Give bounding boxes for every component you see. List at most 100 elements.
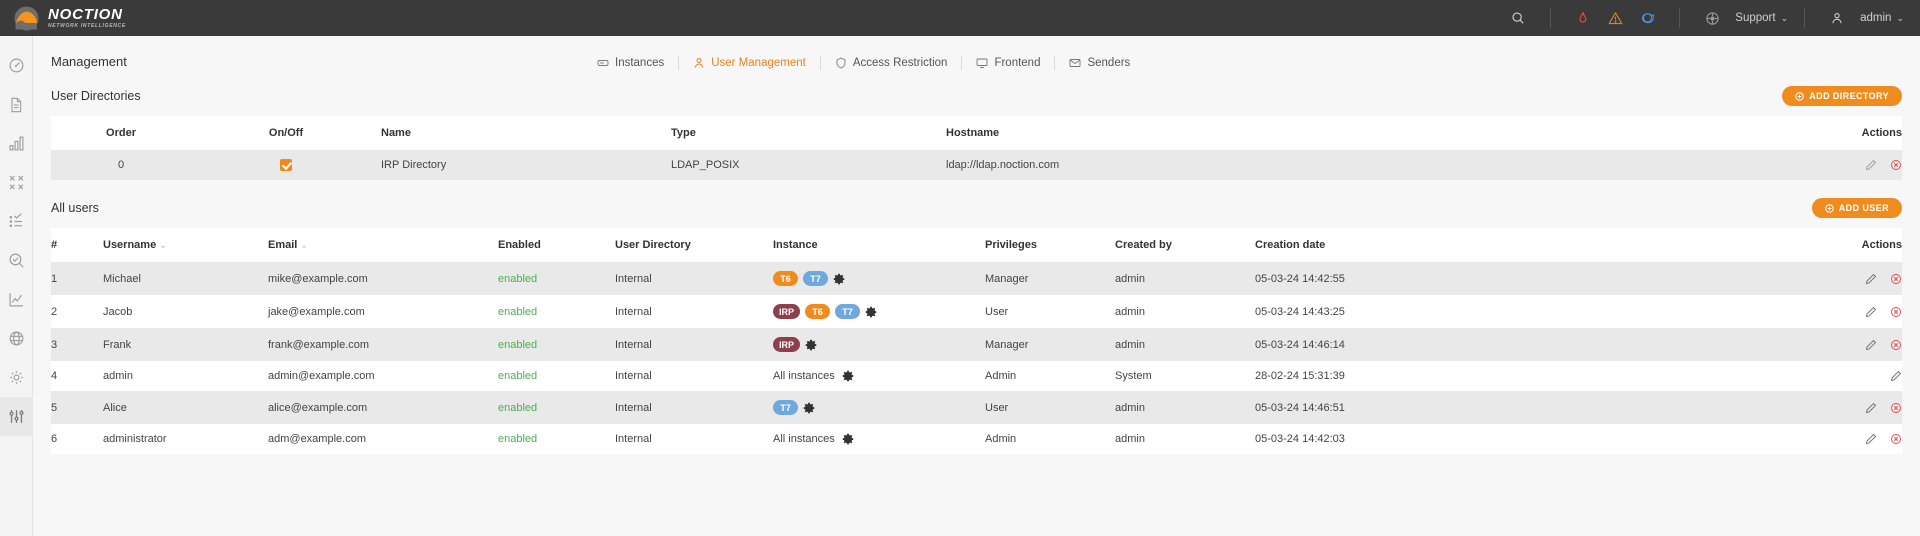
gear-icon[interactable] — [805, 339, 817, 351]
support-menu[interactable]: Support ⌄ — [1680, 0, 1804, 36]
add-directory-label: ADD DIRECTORY — [1809, 91, 1889, 101]
chat-bubble-icon[interactable] — [1636, 7, 1658, 29]
delete-icon[interactable] — [1890, 339, 1902, 351]
delete-icon[interactable] — [1890, 433, 1902, 445]
all-users-table: # Username ⌄ Email ⌄ Enabled User Direct… — [51, 228, 1902, 455]
col-hostname: Hostname — [946, 116, 1792, 150]
table-row[interactable]: 5 Alice alice@example.com enabled Internal T7… — [51, 391, 1902, 425]
cell-instance: T7 — [773, 391, 985, 425]
cell-user-directory: Internal — [615, 391, 773, 425]
cell-privileges: User — [985, 295, 1115, 329]
tab-senders[interactable]: Senders — [1055, 54, 1144, 72]
table-row[interactable]: 6 administrator adm@example.com enabled Inte… — [51, 424, 1902, 455]
cell-actions — [1487, 262, 1902, 296]
instance-text: All instances — [773, 433, 835, 446]
cell-number: 2 — [51, 295, 103, 329]
cell-created-by: admin — [1115, 295, 1255, 329]
sidebar-item-events[interactable] — [0, 202, 33, 241]
edit-icon[interactable] — [1865, 433, 1877, 445]
table-row[interactable]: 1 Michael mike@example.com enabled Internal T… — [51, 262, 1902, 296]
table-header-row: Order On/Off Name Type Hostname Actions — [51, 116, 1902, 150]
cell-email: jake@example.com — [268, 295, 498, 329]
chevron-down-icon: ⌄ — [1780, 12, 1789, 23]
col-email[interactable]: Email ⌄ — [268, 228, 498, 263]
sidebar-item-management[interactable] — [0, 397, 33, 436]
cell-instance: All instances — [773, 424, 985, 455]
cell-number: 5 — [51, 391, 103, 425]
instance-badge[interactable]: T6 — [773, 271, 798, 287]
table-row[interactable]: 3 Frank frank@example.com enabled Internal IR… — [51, 328, 1902, 362]
instance-badge[interactable]: T7 — [803, 271, 828, 287]
gear-icon[interactable] — [842, 433, 854, 445]
management-tabs: Instances User Management Access Restric… — [583, 54, 1144, 72]
gear-icon[interactable] — [842, 370, 854, 382]
delete-icon[interactable] — [1890, 306, 1902, 318]
sidebar-item-dashboard[interactable] — [0, 46, 33, 85]
user-menu[interactable]: admin ⌄ — [1805, 0, 1920, 36]
table-row[interactable]: 2 Jacob jake@example.com enabled Internal IRP… — [51, 295, 1902, 329]
edit-icon[interactable] — [1865, 402, 1877, 414]
instance-badge[interactable]: T7 — [773, 400, 798, 416]
tab-label: User Management — [711, 57, 806, 69]
cell-privileges: Admin — [985, 424, 1115, 455]
instance-badge[interactable]: T6 — [805, 304, 831, 320]
sidebar-item-troubleshooting[interactable] — [0, 241, 33, 280]
instance-badge[interactable]: IRP — [773, 337, 801, 353]
person-icon — [1826, 7, 1848, 29]
sidebar-item-configuration[interactable] — [0, 358, 33, 397]
sidebar-item-graphs[interactable] — [0, 280, 33, 319]
cell-privileges: User — [985, 391, 1115, 425]
edit-icon[interactable] — [1865, 339, 1877, 351]
edit-icon[interactable] — [1865, 306, 1877, 318]
cell-privileges: Manager — [985, 262, 1115, 296]
cell-enabled: enabled — [498, 262, 615, 296]
instance-badge[interactable]: IRP — [773, 304, 801, 320]
table-row[interactable]: 0 IRP Directory LDAP_POSIX ldap://ldap.n… — [51, 150, 1902, 181]
cell-instance: IRP T6 T7 — [773, 295, 985, 329]
table-row[interactable]: 4 admin admin@example.com enabled Internal Al… — [51, 361, 1902, 392]
add-user-button[interactable]: ADD USER — [1811, 198, 1902, 219]
sidebar-item-statistics[interactable] — [0, 124, 33, 163]
onoff-checkbox[interactable] — [280, 159, 292, 172]
sidebar-item-network[interactable] — [0, 319, 33, 358]
sidebar-item-reports[interactable] — [0, 85, 33, 124]
cell-number: 6 — [51, 424, 103, 455]
cell-creation-date: 05-03-24 14:46:51 — [1255, 391, 1487, 425]
instance-badge[interactable]: T7 — [835, 304, 861, 320]
brand-logo[interactable]: NOCTION NETWORK INTELLIGENCE — [0, 6, 240, 31]
status-badge: enabled — [498, 338, 538, 351]
cell-email: adm@example.com — [268, 424, 498, 455]
tab-frontend[interactable]: Frontend — [962, 54, 1054, 72]
col-username[interactable]: Username ⌄ — [103, 228, 268, 263]
page-header: Management Instances User Management Acc… — [33, 36, 1920, 70]
cell-creation-date: 05-03-24 14:46:14 — [1255, 328, 1487, 362]
col-creation-date: Creation date — [1255, 228, 1487, 263]
gear-icon[interactable] — [803, 402, 815, 414]
tab-instances[interactable]: Instances — [583, 54, 678, 72]
sidebar-item-improvements[interactable] — [0, 163, 33, 202]
all-users-title: All users — [51, 201, 99, 216]
col-type: Type — [671, 116, 946, 150]
edit-icon[interactable] — [1865, 273, 1877, 285]
cell-creation-date: 28-02-24 15:31:39 — [1255, 361, 1487, 392]
warning-triangle-icon[interactable] — [1604, 7, 1626, 29]
cell-creation-date: 05-03-24 14:42:03 — [1255, 424, 1487, 455]
cell-enabled: enabled — [498, 391, 615, 425]
delete-icon[interactable] — [1890, 273, 1902, 285]
tab-access-restriction[interactable]: Access Restriction — [821, 54, 962, 72]
gear-icon[interactable] — [833, 273, 845, 285]
add-directory-button[interactable]: ADD DIRECTORY — [1782, 86, 1902, 106]
flame-icon[interactable] — [1572, 7, 1594, 29]
cell-order: 0 — [51, 150, 191, 181]
tab-user-management[interactable]: User Management — [679, 54, 820, 72]
cell-created-by: System — [1115, 361, 1255, 392]
gear-icon[interactable] — [865, 306, 877, 318]
tab-label: Access Restriction — [852, 57, 948, 69]
search-icon[interactable] — [1507, 7, 1529, 29]
delete-icon[interactable] — [1890, 402, 1902, 414]
delete-icon[interactable] — [1890, 159, 1902, 171]
edit-icon[interactable] — [1890, 370, 1902, 382]
chevron-down-icon: ⌄ — [159, 240, 167, 251]
edit-icon[interactable] — [1865, 159, 1877, 171]
cell-number: 3 — [51, 328, 103, 362]
